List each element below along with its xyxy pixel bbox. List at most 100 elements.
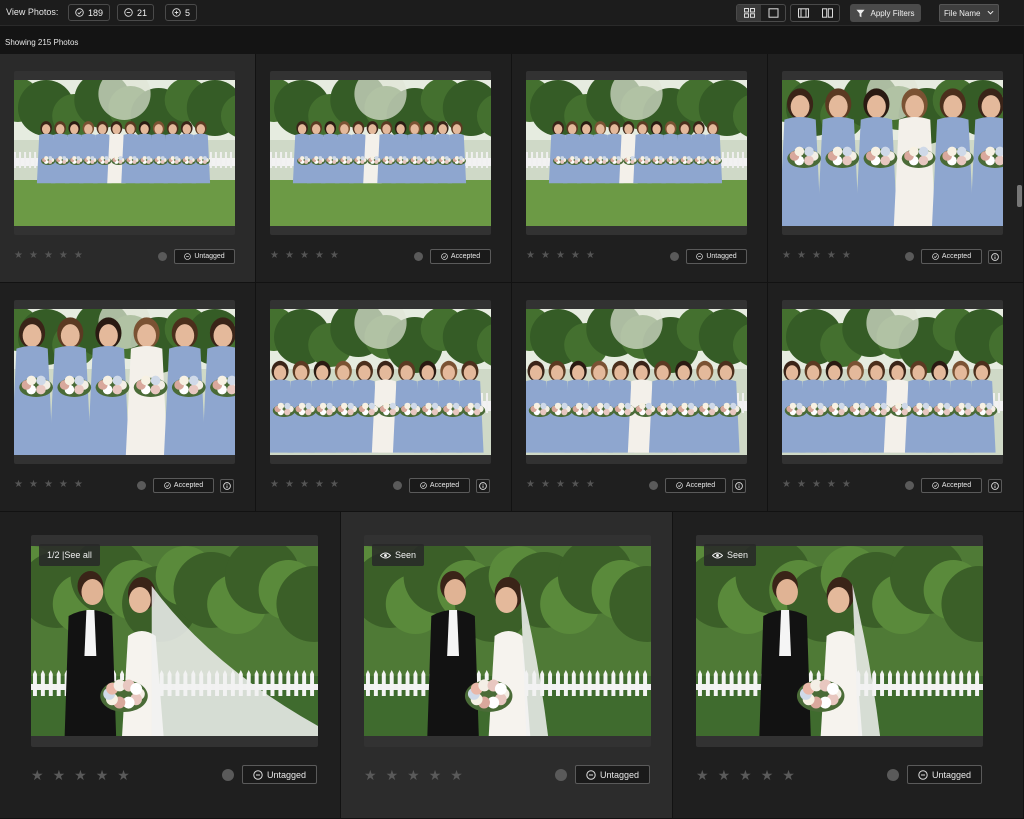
scrollbar-thumb[interactable] — [1017, 185, 1022, 207]
star-icon[interactable]: ★ — [315, 251, 324, 261]
photo-thumbnail[interactable] — [782, 309, 1003, 455]
photo-card[interactable]: ★ ★ ★ ★ ★ Accepted — [0, 283, 256, 512]
info-button[interactable] — [732, 479, 746, 493]
star-icon[interactable]: ★ — [541, 251, 550, 261]
info-button[interactable] — [220, 479, 234, 493]
star-icon[interactable]: ★ — [364, 768, 377, 782]
stack-count-badge[interactable]: 1/2 |See all — [39, 544, 100, 566]
star-icon[interactable]: ★ — [812, 480, 821, 490]
photo-thumbnail[interactable] — [14, 80, 235, 226]
single-view-button[interactable] — [761, 5, 785, 21]
sort-select[interactable]: File Name — [939, 4, 999, 22]
color-label-dot[interactable] — [393, 481, 402, 490]
star-icon[interactable]: ★ — [761, 768, 774, 782]
color-label-dot[interactable] — [905, 481, 914, 490]
star-icon[interactable]: ★ — [31, 768, 44, 782]
photo-thumbnail[interactable] — [526, 309, 747, 455]
photo-thumbnail[interactable] — [31, 546, 318, 736]
star-icon[interactable]: ★ — [526, 480, 535, 490]
filmstrip-view-button[interactable] — [791, 5, 815, 21]
star-icon[interactable]: ★ — [407, 768, 420, 782]
star-icon[interactable]: ★ — [29, 480, 38, 490]
color-label-dot[interactable] — [649, 481, 658, 490]
star-icon[interactable]: ★ — [315, 480, 324, 490]
star-icon[interactable]: ★ — [29, 251, 38, 261]
star-icon[interactable]: ★ — [556, 251, 565, 261]
photo-thumbnail[interactable] — [270, 80, 491, 226]
tag-status-button[interactable]: Accepted — [921, 249, 982, 264]
star-icon[interactable]: ★ — [59, 251, 68, 261]
star-icon[interactable]: ★ — [429, 768, 442, 782]
color-label-dot[interactable] — [905, 252, 914, 261]
star-icon[interactable]: ★ — [827, 480, 836, 490]
star-icon[interactable]: ★ — [117, 768, 130, 782]
photo-thumbnail[interactable] — [364, 546, 651, 736]
apply-filters-button[interactable]: Apply Filters — [850, 4, 921, 22]
photo-thumbnail[interactable] — [696, 546, 983, 736]
tag-status-button[interactable]: Accepted — [409, 478, 470, 493]
tag-status-button[interactable]: Accepted — [921, 478, 982, 493]
star-icon[interactable]: ★ — [14, 251, 23, 261]
star-rating[interactable]: ★ ★ ★ ★ ★ — [696, 768, 795, 782]
star-rating[interactable]: ★ ★ ★ ★ ★ — [14, 251, 83, 261]
star-rating[interactable]: ★ ★ ★ ★ ★ — [782, 251, 851, 261]
tag-status-button[interactable]: Untagged — [686, 249, 747, 264]
color-label-dot[interactable] — [158, 252, 167, 261]
star-icon[interactable]: ★ — [842, 251, 851, 261]
star-icon[interactable]: ★ — [696, 768, 709, 782]
star-icon[interactable]: ★ — [74, 251, 83, 261]
star-icon[interactable]: ★ — [14, 480, 23, 490]
photo-card[interactable]: ★ ★ ★ ★ ★ Accepted — [768, 54, 1024, 283]
star-icon[interactable]: ★ — [74, 768, 87, 782]
star-icon[interactable]: ★ — [571, 251, 580, 261]
photo-card[interactable]: ★ ★ ★ ★ ★ Accepted — [512, 283, 768, 512]
star-icon[interactable]: ★ — [812, 251, 821, 261]
info-button[interactable] — [988, 250, 1002, 264]
star-rating[interactable]: ★ ★ ★ ★ ★ — [526, 251, 595, 261]
star-icon[interactable]: ★ — [571, 480, 580, 490]
photo-card[interactable]: ★ ★ ★ ★ ★ Untagged — [512, 54, 768, 283]
photo-card-large[interactable]: Seen ★ ★ ★ ★ ★ Untagged — [673, 512, 1024, 819]
color-label-dot[interactable] — [670, 252, 679, 261]
compare-view-button[interactable] — [815, 5, 839, 21]
star-icon[interactable]: ★ — [74, 480, 83, 490]
tag-status-button[interactable]: Accepted — [430, 249, 491, 264]
tag-status-button[interactable]: Accepted — [153, 478, 214, 493]
tag-status-button[interactable]: Accepted — [665, 478, 726, 493]
grid-view-button[interactable] — [737, 5, 761, 21]
star-icon[interactable]: ★ — [541, 480, 550, 490]
photo-thumbnail[interactable] — [782, 80, 1003, 226]
star-rating[interactable]: ★ ★ ★ ★ ★ — [782, 480, 851, 490]
tag-status-button[interactable]: Untagged — [242, 765, 317, 784]
star-icon[interactable]: ★ — [782, 480, 791, 490]
star-icon[interactable]: ★ — [330, 251, 339, 261]
photo-thumbnail[interactable] — [270, 309, 491, 455]
star-rating[interactable]: ★ ★ ★ ★ ★ — [270, 480, 339, 490]
color-label-dot[interactable] — [887, 769, 899, 781]
photo-card[interactable]: ★ ★ ★ ★ ★ Accepted — [768, 283, 1024, 512]
favorite-count-filter[interactable]: 5 — [165, 4, 198, 21]
star-icon[interactable]: ★ — [842, 480, 851, 490]
star-icon[interactable]: ★ — [827, 251, 836, 261]
star-icon[interactable]: ★ — [285, 251, 294, 261]
tag-status-button[interactable]: Untagged — [575, 765, 650, 784]
star-rating[interactable]: ★ ★ ★ ★ ★ — [364, 768, 463, 782]
star-icon[interactable]: ★ — [270, 251, 279, 261]
star-icon[interactable]: ★ — [53, 768, 66, 782]
photo-card[interactable]: ★ ★ ★ ★ ★ Untagged — [0, 54, 256, 283]
color-label-dot[interactable] — [555, 769, 567, 781]
star-icon[interactable]: ★ — [285, 480, 294, 490]
photo-card-large[interactable]: 1/2 |See all ★ ★ ★ ★ ★ Untagged — [0, 512, 341, 819]
star-icon[interactable]: ★ — [782, 251, 791, 261]
photo-card-large[interactable]: Seen ★ ★ ★ ★ ★ Untagged — [341, 512, 673, 819]
star-icon[interactable]: ★ — [586, 480, 595, 490]
star-icon[interactable]: ★ — [718, 768, 731, 782]
star-icon[interactable]: ★ — [797, 480, 806, 490]
star-rating[interactable]: ★ ★ ★ ★ ★ — [31, 768, 130, 782]
star-icon[interactable]: ★ — [330, 480, 339, 490]
rejected-count-filter[interactable]: 21 — [117, 4, 155, 21]
accepted-count-filter[interactable]: 189 — [68, 4, 111, 21]
star-icon[interactable]: ★ — [270, 480, 279, 490]
star-icon[interactable]: ★ — [797, 251, 806, 261]
star-rating[interactable]: ★ ★ ★ ★ ★ — [14, 480, 83, 490]
